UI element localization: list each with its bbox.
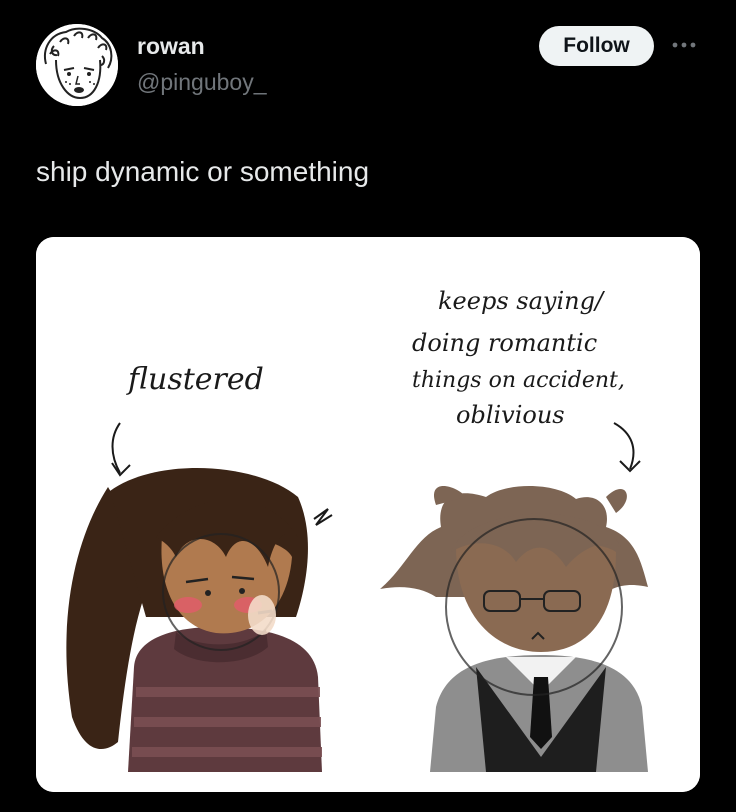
annotation-flustered: flustered: [126, 362, 264, 397]
author-display-name[interactable]: rowan: [137, 33, 205, 60]
illustration: flustered keeps saying/ doing romantic t…: [36, 237, 700, 792]
author-handle[interactable]: @pinguboy_: [137, 69, 267, 96]
annotation-right-line-4: oblivious: [456, 401, 565, 429]
annotation-right-line-1: keeps saying/: [438, 287, 606, 315]
post-image[interactable]: flustered keeps saying/ doing romantic t…: [36, 237, 700, 792]
more-dots-icon: [672, 42, 696, 48]
avatar-illustration: [36, 24, 118, 106]
post: rowan @pinguboy_ Follow ship dynamic or …: [0, 0, 736, 812]
avatar[interactable]: [36, 24, 118, 106]
follow-button[interactable]: Follow: [539, 26, 654, 66]
annotation-right-line-3: things on accident,: [412, 368, 625, 393]
annotation-right-line-2: doing romantic: [412, 329, 597, 357]
post-text: ship dynamic or something: [36, 156, 370, 187]
more-options-button[interactable]: [668, 35, 700, 55]
